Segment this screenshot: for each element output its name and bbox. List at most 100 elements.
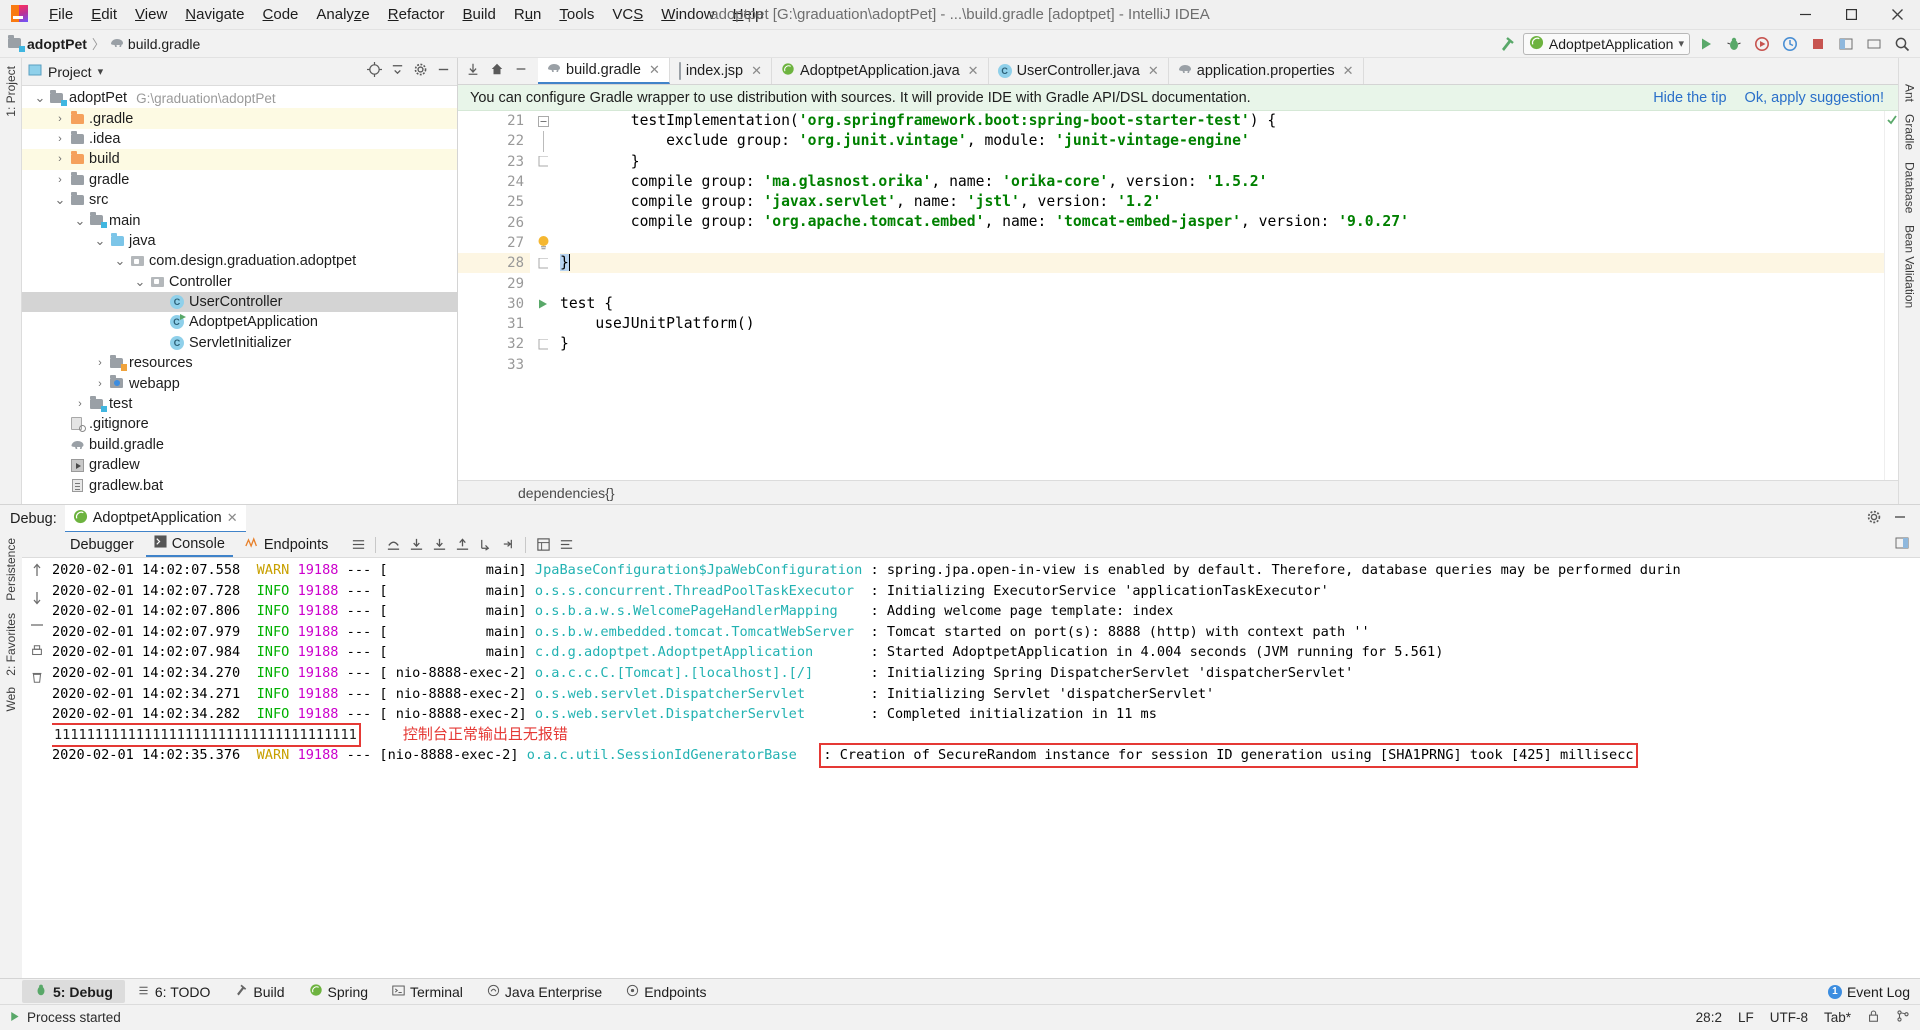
tab-endpoints[interactable]: Endpoints (237, 533, 337, 556)
tree-expand-arrow[interactable]: › (52, 133, 68, 145)
scroll-down-icon[interactable] (30, 590, 44, 610)
code-line[interactable]: exclude group: 'org.junit.vintage', modu… (560, 131, 1884, 151)
run-to-cursor-icon[interactable] (498, 535, 518, 555)
tool-strip-persistence[interactable]: Persistence (4, 532, 18, 607)
tree-expand-arrow[interactable]: ⌄ (92, 238, 108, 244)
tree-expand-arrow[interactable]: ⌄ (112, 258, 128, 264)
tree-item-servletinitializer[interactable]: CServletInitializer (22, 333, 457, 353)
code-line[interactable] (560, 355, 1884, 375)
menu-code[interactable]: Code (254, 2, 308, 27)
hide-tip-link[interactable]: Hide the tip (1653, 90, 1726, 106)
layout-icon[interactable] (1834, 33, 1858, 55)
tree-expand-arrow[interactable]: › (92, 357, 108, 369)
tree-expand-arrow[interactable]: ⌄ (52, 197, 68, 203)
step-over-icon[interactable] (383, 535, 403, 555)
tree-item-usercontroller[interactable]: CUserController (22, 292, 457, 312)
tree-item-test[interactable]: ›test (22, 394, 457, 414)
menu-navigate[interactable]: Navigate (176, 2, 253, 27)
maximize-button[interactable] (1828, 0, 1874, 30)
code-line[interactable]: useJUnitPlatform() (560, 314, 1884, 334)
tree-expand-arrow[interactable]: ⌄ (72, 218, 88, 224)
fold-marker[interactable] (530, 111, 556, 131)
project-tree[interactable]: ⌄adoptPetG:\graduation\adoptPet›.gradle›… (22, 86, 457, 504)
tab-debugger[interactable]: Debugger (62, 534, 142, 556)
code-line[interactable]: } (560, 334, 1884, 354)
branch-icon[interactable] (1896, 1009, 1910, 1026)
tree-item-resources[interactable]: ›resources (22, 353, 457, 373)
build-hammer-icon[interactable] (1495, 33, 1519, 55)
editor-tab-build-gradle[interactable]: build.gradle✕ (538, 58, 670, 84)
tool-window-terminal[interactable]: Terminal (380, 981, 475, 1003)
tool-strip-ant[interactable]: Ant (1903, 78, 1917, 108)
editor-tab-application-properties[interactable]: application.properties✕ (1169, 58, 1364, 84)
tool-window-debug[interactable]: 5: Debug (22, 980, 125, 1003)
menu-build[interactable]: Build (453, 2, 504, 27)
editor-tab-index-jsp[interactable]: index.jsp✕ (670, 58, 772, 84)
debug-button[interactable] (1722, 33, 1746, 55)
fold-marker[interactable] (530, 233, 556, 253)
menu-run[interactable]: Run (505, 2, 551, 27)
menu-file[interactable]: File (40, 2, 82, 27)
code-line[interactable]: compile group: 'javax.servlet', name: 'j… (560, 192, 1884, 212)
line-separator[interactable]: LF (1738, 1010, 1754, 1025)
tree-expand-arrow[interactable]: › (52, 113, 68, 125)
gear-icon[interactable] (413, 62, 428, 81)
tool-window-spring[interactable]: Spring (297, 980, 380, 1003)
close-icon[interactable]: ✕ (649, 62, 660, 78)
profile-button[interactable] (1778, 33, 1802, 55)
close-icon[interactable]: ✕ (1343, 63, 1354, 79)
caret-position[interactable]: 28:2 (1696, 1010, 1722, 1025)
tool-strip-bean-validation[interactable]: Bean Validation (1903, 219, 1917, 314)
tree-item-gradlew[interactable]: gradlew (22, 455, 457, 475)
tree-expand-arrow[interactable]: › (72, 398, 88, 410)
minimize-button[interactable] (1782, 0, 1828, 30)
fold-marker[interactable] (530, 253, 556, 273)
soft-wrap-toggle-icon[interactable] (30, 618, 44, 636)
home-icon[interactable] (490, 62, 504, 80)
tree-item-main[interactable]: ⌄main (22, 210, 457, 230)
run-with-coverage-button[interactable] (1750, 33, 1774, 55)
tree-item-adoptpet[interactable]: ⌄adoptPetG:\graduation\adoptPet (22, 88, 457, 108)
drop-frame-icon[interactable] (475, 535, 495, 555)
close-icon[interactable]: ✕ (1148, 63, 1159, 79)
tree-item-adoptpetapplication[interactable]: CAdoptpetApplication (22, 312, 457, 332)
breadcrumb-file[interactable]: build.gradle (110, 36, 200, 52)
code-content[interactable]: testImplementation('org.springframework.… (556, 111, 1884, 480)
hide-panel-icon[interactable] (514, 62, 528, 80)
file-encoding[interactable]: UTF-8 (1770, 1010, 1808, 1025)
menu-edit[interactable]: Edit (82, 2, 126, 27)
editor-bottom-breadcrumb[interactable]: dependencies{} (458, 480, 1898, 504)
tool-strip-database[interactable]: Database (1903, 156, 1917, 219)
tool-window-build[interactable]: Build (222, 980, 296, 1003)
project-chevron-down-icon[interactable]: ▾ (98, 65, 104, 78)
tool-strip-web[interactable]: Web (4, 681, 18, 717)
run-button[interactable] (1694, 33, 1718, 55)
fold-marker[interactable] (530, 152, 556, 172)
menu-help[interactable]: Help (724, 2, 773, 27)
code-folding-gutter[interactable] (530, 111, 556, 480)
step-into-icon[interactable] (406, 535, 426, 555)
apply-suggestion-link[interactable]: Ok, apply suggestion! (1745, 90, 1884, 106)
tree-item--gitignore[interactable]: .gitignore (22, 414, 457, 434)
breadcrumb-project[interactable]: adoptPet (8, 36, 87, 52)
editor-marker-gutter[interactable] (1884, 111, 1898, 480)
scroll-from-source-icon[interactable] (466, 62, 480, 80)
run-configuration-selector[interactable]: AdoptpetApplication ▾ (1523, 33, 1690, 55)
stop-button[interactable] (1806, 33, 1830, 55)
menu-analyze[interactable]: Analyze (307, 2, 378, 27)
menu-refactor[interactable]: Refactor (379, 2, 454, 27)
tree-item-java[interactable]: ⌄java (22, 231, 457, 251)
chevron-down-icon[interactable]: ▾ (1678, 37, 1684, 50)
code-line[interactable] (560, 273, 1884, 293)
editor-tab-adoptpetapplication-java[interactable]: AdoptpetApplication.java✕ (772, 58, 989, 84)
code-line[interactable] (560, 233, 1884, 253)
close-icon[interactable]: ✕ (751, 63, 762, 79)
locate-icon[interactable] (367, 62, 382, 81)
fold-marker[interactable] (530, 334, 556, 354)
tree-expand-arrow[interactable]: › (52, 153, 68, 165)
menu-window[interactable]: Window (652, 2, 723, 27)
code-line[interactable]: } (560, 152, 1884, 172)
code-line[interactable]: test { (560, 294, 1884, 314)
tree-item-webapp[interactable]: ›webapp (22, 373, 457, 393)
tool-window-todo[interactable]: 6: TODO (125, 981, 223, 1003)
